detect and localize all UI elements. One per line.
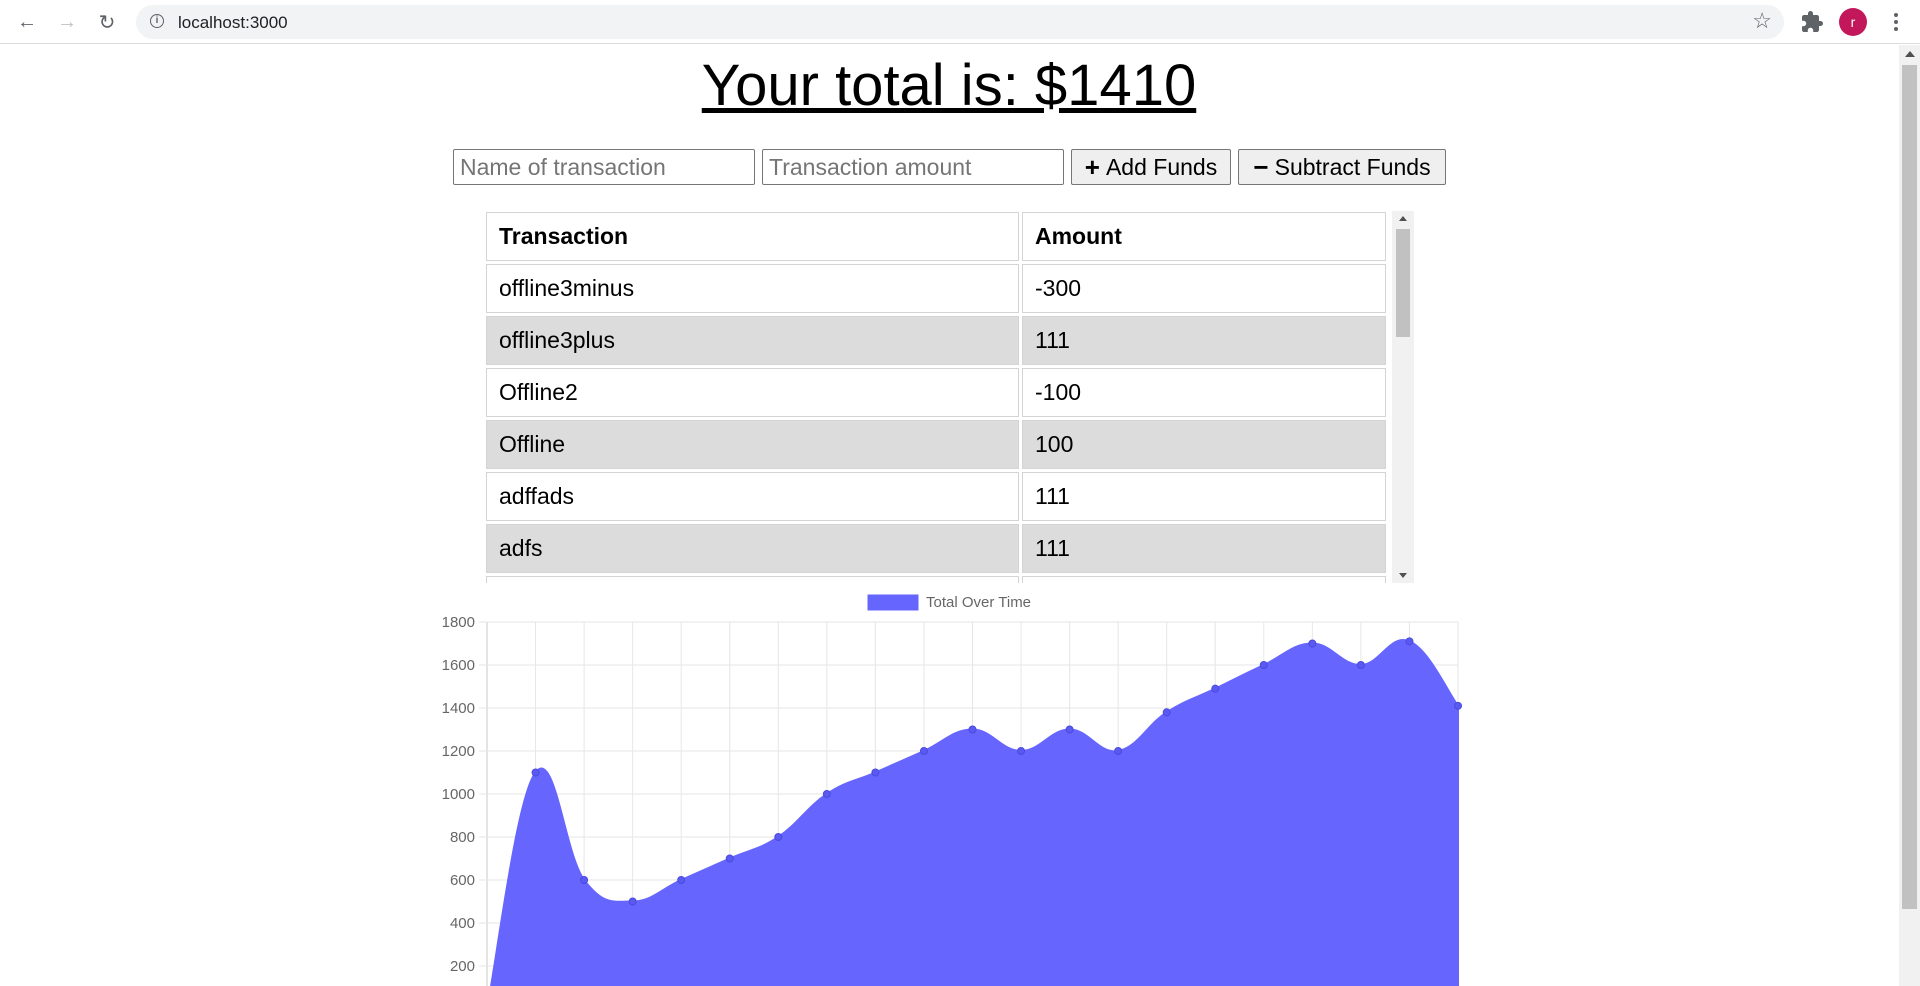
data-point[interactable]	[968, 725, 977, 734]
data-point[interactable]	[725, 854, 734, 863]
table-row: Offline2 -100	[486, 368, 1386, 417]
subtract-funds-label: Subtract Funds	[1274, 153, 1431, 180]
data-point[interactable]	[1114, 747, 1123, 755]
table-scrollbar[interactable]	[1392, 211, 1414, 583]
data-point[interactable]	[1356, 661, 1365, 669]
data-point[interactable]	[1162, 708, 1171, 717]
browser-toolbar: ← → ↻ i localhost:3000 ☆ r	[0, 0, 1920, 44]
data-point[interactable]	[531, 768, 540, 777]
transaction-amount-input[interactable]	[762, 149, 1064, 185]
transaction-name	[486, 576, 1019, 583]
table-row: Offline 100	[486, 420, 1386, 469]
data-point[interactable]	[919, 747, 928, 755]
page-title: Your total is: $1410	[701, 53, 1197, 118]
transaction-amount: 111	[1022, 524, 1386, 573]
transactions-table: Transaction Amount offline3minus -300 of…	[486, 209, 1389, 583]
y-tick-label: 200	[450, 958, 475, 975]
table-scrollbar-thumb[interactable]	[1396, 229, 1410, 337]
table-header-row: Transaction Amount	[486, 212, 1386, 261]
y-axis-ticks: 200 400 600 800 1000 1200 1400 1600 1800	[442, 614, 475, 975]
table-row: adfs 111	[486, 524, 1386, 573]
data-point[interactable]	[1454, 701, 1462, 710]
transaction-amount: -100	[1022, 368, 1386, 417]
y-tick-label: 600	[450, 872, 475, 889]
transaction-name: Offline	[486, 420, 1019, 469]
total-over-time-chart: Total Over Time 200 400 600 800 1000 1200 1400…	[442, 594, 1462, 986]
transaction-name-input[interactable]	[453, 149, 755, 185]
data-point[interactable]	[774, 833, 783, 841]
profile-avatar[interactable]: r	[1839, 8, 1867, 36]
data-point[interactable]	[1065, 725, 1074, 734]
table-scroll-down-icon[interactable]	[1399, 573, 1407, 578]
header-amount: Amount	[1022, 212, 1386, 261]
y-tick-label: 400	[450, 915, 475, 932]
legend-label[interactable]: Total Over Time	[926, 594, 1031, 611]
add-funds-label: Add Funds	[1105, 153, 1218, 180]
y-tick-label: 1400	[442, 700, 475, 717]
plus-icon: +	[1084, 152, 1100, 182]
forward-arrow-icon[interactable]: →	[51, 6, 83, 38]
scroll-up-arrow-icon[interactable]	[1905, 51, 1915, 57]
subtract-funds-button[interactable]: − Subtract Funds	[1238, 149, 1446, 185]
add-funds-button[interactable]: + Add Funds	[1071, 149, 1231, 185]
data-point[interactable]	[580, 876, 589, 884]
table-row	[486, 576, 1386, 583]
transaction-amount: -300	[1022, 264, 1386, 313]
transactions-table-container[interactable]: Transaction Amount offline3minus -300 of…	[486, 209, 1414, 583]
data-point[interactable]	[1211, 684, 1220, 693]
data-point[interactable]	[628, 897, 637, 906]
minus-icon: −	[1253, 152, 1269, 182]
back-arrow-icon[interactable]: ←	[11, 6, 43, 38]
y-tick-label: 1600	[442, 657, 475, 674]
transaction-name: adffads	[486, 472, 1019, 521]
site-info-icon[interactable]: i	[150, 14, 164, 28]
browser-menu-icon[interactable]	[1884, 8, 1908, 36]
page-scrollbar[interactable]	[1899, 45, 1920, 986]
y-tick-label: 800	[450, 829, 475, 846]
bookmark-star-icon[interactable]: ☆	[1752, 8, 1772, 34]
transaction-name: offline3plus	[486, 316, 1019, 365]
data-point[interactable]	[1017, 747, 1026, 755]
table-row: adffads 111	[486, 472, 1386, 521]
address-bar[interactable]: i localhost:3000 ☆	[136, 5, 1784, 39]
table-row: offline3minus -300	[486, 264, 1386, 313]
page-scrollbar-thumb[interactable]	[1902, 65, 1917, 909]
extensions-puzzle-icon[interactable]	[1800, 10, 1824, 34]
y-tick-label: 1200	[442, 743, 475, 760]
table-row: offline3plus 111	[486, 316, 1386, 365]
data-point[interactable]	[677, 876, 686, 884]
data-point[interactable]	[1308, 639, 1317, 648]
transaction-name: Offline2	[486, 368, 1019, 417]
transaction-amount: 111	[1022, 472, 1386, 521]
data-point[interactable]	[871, 768, 880, 777]
y-tick-label: 1000	[442, 786, 475, 803]
legend-swatch[interactable]	[867, 594, 919, 611]
data-point[interactable]	[822, 790, 831, 798]
header-transaction: Transaction	[486, 212, 1019, 261]
y-tick-label: 1800	[442, 614, 475, 631]
transaction-amount: 100	[1022, 420, 1386, 469]
table-scroll-up-icon[interactable]	[1399, 216, 1407, 221]
transaction-amount	[1022, 576, 1386, 583]
transaction-amount: 111	[1022, 316, 1386, 365]
transaction-name: offline3minus	[486, 264, 1019, 313]
data-point[interactable]	[1405, 637, 1414, 646]
transaction-name: adfs	[486, 524, 1019, 573]
reload-icon[interactable]: ↻	[91, 6, 123, 38]
data-point[interactable]	[1259, 661, 1268, 669]
url-text: localhost:3000	[178, 13, 288, 32]
